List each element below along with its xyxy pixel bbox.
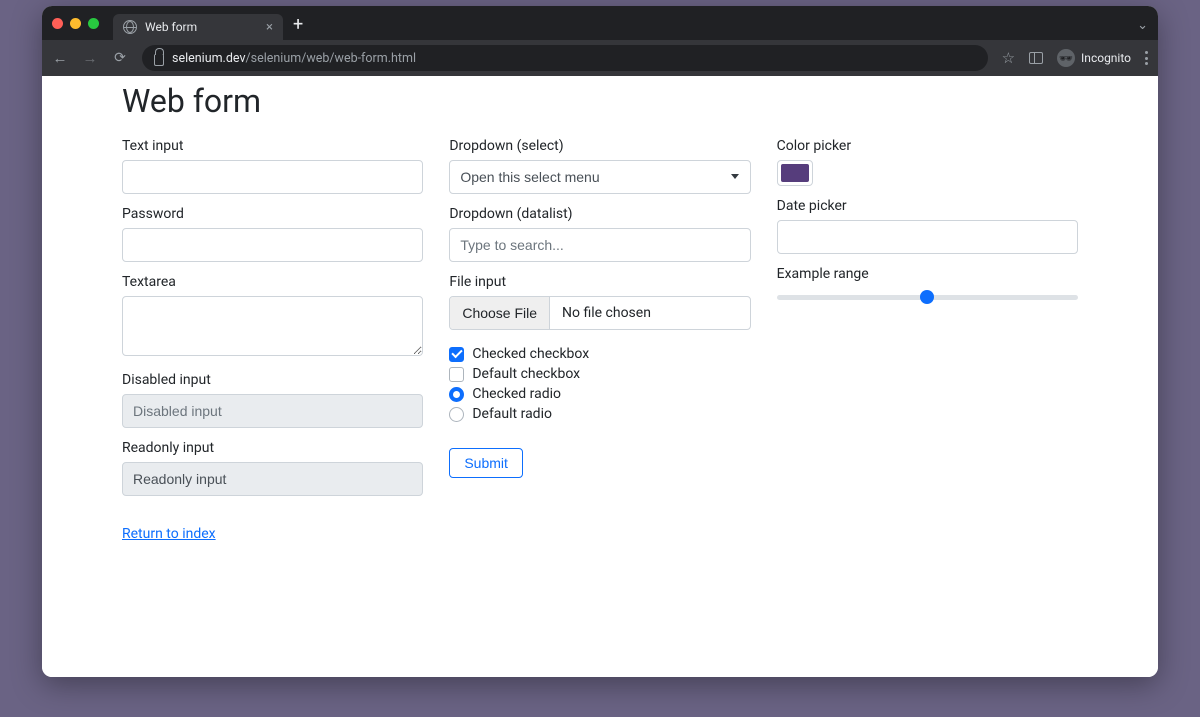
window-controls	[52, 18, 99, 29]
select-label: Dropdown (select)	[449, 138, 750, 154]
readonly-input[interactable]	[122, 462, 423, 496]
tabs-dropdown-button[interactable]: ⌄	[1137, 18, 1148, 33]
text-input[interactable]	[122, 160, 423, 194]
default-radio[interactable]	[449, 407, 464, 422]
datalist-label: Dropdown (datalist)	[449, 206, 750, 222]
disabled-input-label: Disabled input	[122, 372, 423, 388]
default-checkbox[interactable]	[449, 367, 464, 382]
lock-icon	[154, 54, 164, 66]
browser-window: Web form × + ⌄ ← → ⟳ selenium.dev/seleni…	[42, 6, 1158, 677]
file-input[interactable]: Choose File No file chosen	[449, 296, 750, 330]
reload-button[interactable]: ⟳	[112, 50, 128, 66]
page-content: Web form Text input Password Textarea Di…	[42, 76, 1158, 677]
incognito-label: Incognito	[1081, 51, 1131, 65]
file-input-label: File input	[449, 274, 750, 290]
color-swatch	[781, 164, 809, 182]
globe-icon	[123, 20, 137, 34]
incognito-icon: 🕶	[1057, 49, 1075, 67]
password-label: Password	[122, 206, 423, 222]
submit-button[interactable]: Submit	[449, 448, 523, 478]
browser-tab[interactable]: Web form ×	[113, 14, 283, 40]
minimize-window-button[interactable]	[70, 18, 81, 29]
bookmark-button[interactable]: ☆	[1002, 49, 1015, 67]
incognito-indicator[interactable]: 🕶 Incognito	[1057, 49, 1131, 67]
form-column-1: Text input Password Textarea Disabled in…	[122, 138, 423, 542]
choose-file-button[interactable]: Choose File	[450, 297, 550, 329]
range-label: Example range	[777, 266, 1078, 282]
return-to-index-link[interactable]: Return to index	[122, 526, 423, 542]
maximize-window-button[interactable]	[88, 18, 99, 29]
checked-checkbox-label: Checked checkbox	[472, 346, 589, 362]
toolbar-right: ☆ 🕶 Incognito	[1002, 49, 1148, 67]
form-column-2: Dropdown (select) Dropdown (datalist) Fi…	[449, 138, 750, 542]
browser-menu-button[interactable]	[1145, 51, 1148, 65]
select-input[interactable]	[449, 160, 750, 194]
checked-checkbox[interactable]	[449, 347, 464, 362]
disabled-input	[122, 394, 423, 428]
new-tab-button[interactable]: +	[293, 16, 303, 34]
file-status: No file chosen	[550, 297, 663, 329]
tab-title: Web form	[145, 20, 197, 34]
form-column-3: Color picker Date picker Example range	[777, 138, 1078, 542]
url-domain: selenium.dev	[172, 51, 246, 66]
default-checkbox-label: Default checkbox	[472, 366, 580, 382]
datalist-input[interactable]	[449, 228, 750, 262]
page-title: Web form	[122, 82, 1078, 120]
url-input[interactable]: selenium.dev/selenium/web/web-form.html	[142, 45, 988, 71]
range-input[interactable]	[777, 288, 1078, 306]
back-button[interactable]: ←	[52, 49, 68, 67]
close-window-button[interactable]	[52, 18, 63, 29]
close-tab-button[interactable]: ×	[266, 21, 273, 34]
textarea-label: Textarea	[122, 274, 423, 290]
textarea-input[interactable]	[122, 296, 423, 356]
checked-radio-label: Checked radio	[472, 386, 561, 402]
date-picker-label: Date picker	[777, 198, 1078, 214]
date-picker-input[interactable]	[777, 220, 1078, 254]
range-thumb[interactable]	[920, 290, 934, 304]
forward-button[interactable]: →	[82, 49, 98, 67]
url-path: /selenium/web/web-form.html	[246, 51, 417, 66]
password-input[interactable]	[122, 228, 423, 262]
address-bar: ← → ⟳ selenium.dev/selenium/web/web-form…	[42, 40, 1158, 76]
text-input-label: Text input	[122, 138, 423, 154]
color-picker[interactable]	[777, 160, 813, 186]
default-radio-label: Default radio	[472, 406, 552, 422]
tab-strip: Web form × + ⌄	[42, 6, 1158, 40]
checked-radio[interactable]	[449, 387, 464, 402]
color-picker-label: Color picker	[777, 138, 1078, 154]
side-panel-button[interactable]	[1029, 52, 1043, 64]
readonly-input-label: Readonly input	[122, 440, 423, 456]
